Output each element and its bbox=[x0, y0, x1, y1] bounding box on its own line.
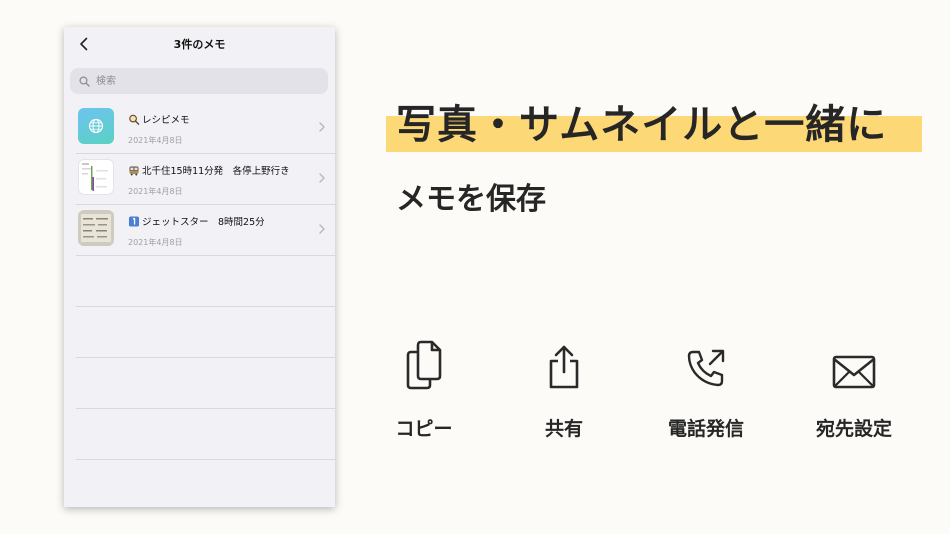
memo-title-text: レシピメモ bbox=[142, 115, 190, 126]
empty-row bbox=[76, 409, 335, 460]
train-emoji-icon bbox=[129, 166, 139, 176]
memo-date: 2021年4月8日 bbox=[128, 136, 183, 145]
memo-date: 2021年4月8日 bbox=[128, 187, 183, 196]
memo-list: レシピメモ 2021年4月8日 北千住15時11分発 各停上野行き 2021年4… bbox=[76, 103, 335, 460]
chevron-right-icon bbox=[319, 173, 325, 183]
headline: 写真・サムネイルと一緒に bbox=[396, 102, 888, 148]
memo-title-text: ジェットスター 8時間25分 bbox=[142, 217, 265, 228]
share-icon bbox=[549, 345, 579, 389]
chevron-right-icon bbox=[319, 122, 325, 132]
memo-title: レシピメモ bbox=[128, 112, 190, 126]
timetable-thumbnail bbox=[78, 159, 114, 195]
memo-title: 北千住15時11分発 各停上野行き bbox=[128, 163, 290, 177]
search-icon bbox=[79, 75, 90, 87]
phone-screen: 3件のメモ レシピメモ bbox=[64, 27, 335, 507]
feature-label: 宛先設定 bbox=[815, 418, 892, 440]
feature-label: 共有 bbox=[544, 418, 583, 440]
empty-row bbox=[76, 307, 335, 358]
phone-outgoing-icon bbox=[687, 349, 725, 387]
navigation-bar: 3件のメモ bbox=[64, 27, 335, 61]
chevron-right-icon bbox=[319, 224, 325, 234]
globe-thumbnail bbox=[78, 108, 114, 144]
memo-row-train[interactable]: 北千住15時11分発 各停上野行き 2021年4月8日 bbox=[76, 154, 335, 205]
document-photo-image bbox=[81, 214, 111, 242]
empty-row bbox=[76, 256, 335, 307]
timetable-image bbox=[82, 163, 108, 191]
feature-label: 電話発信 bbox=[667, 418, 744, 440]
feature-call: 電話発信 bbox=[646, 334, 766, 440]
document-photo-thumbnail bbox=[78, 210, 114, 246]
copy-icon bbox=[406, 340, 442, 390]
page-title: 3件のメモ bbox=[173, 38, 226, 51]
memo-row-recipe[interactable]: レシピメモ 2021年4月8日 bbox=[76, 103, 335, 154]
search-input[interactable] bbox=[94, 74, 298, 88]
empty-row bbox=[76, 358, 335, 409]
subheadline: メモを保存 bbox=[396, 182, 546, 217]
magnifier-emoji-icon bbox=[129, 114, 140, 125]
memo-title-text: 北千住15時11分発 各停上野行き bbox=[142, 166, 290, 177]
feature-recipient: 宛先設定 bbox=[794, 334, 914, 440]
keycap-one-icon bbox=[128, 216, 140, 227]
feature-share: 共有 bbox=[504, 334, 624, 440]
memo-date: 2021年4月8日 bbox=[128, 238, 183, 247]
envelope-icon bbox=[832, 355, 876, 389]
globe-icon bbox=[88, 118, 104, 134]
feature-label: コピー bbox=[395, 418, 453, 440]
feature-copy: コピー bbox=[364, 334, 484, 440]
search-bar[interactable] bbox=[70, 68, 328, 94]
memo-row-flight[interactable]: ジェットスター 8時間25分 2021年4月8日 bbox=[76, 205, 335, 256]
memo-title: ジェットスター 8時間25分 bbox=[128, 214, 265, 228]
